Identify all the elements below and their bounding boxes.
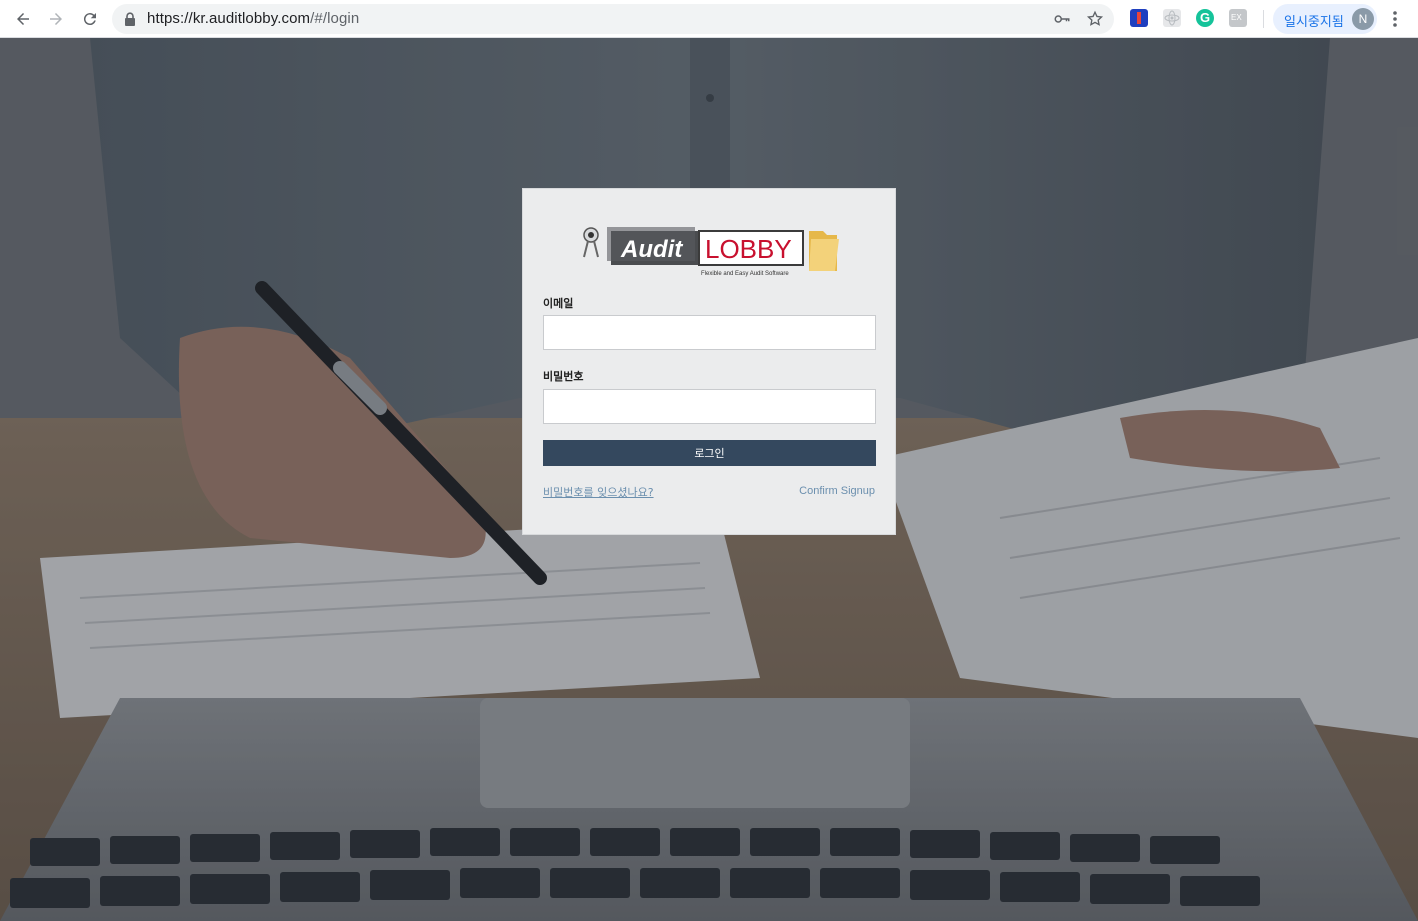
extension-tag-icon[interactable]: [1130, 9, 1148, 27]
toolbar-divider: [1263, 10, 1264, 28]
bookmark-star-icon[interactable]: [1086, 10, 1104, 28]
extension-react-icon[interactable]: [1163, 9, 1181, 27]
password-key-icon[interactable]: [1053, 10, 1071, 28]
logo-tagline: Flexible and Easy Audit Software: [701, 271, 789, 277]
arrow-left-icon: [17, 13, 29, 25]
confirm-signup-link[interactable]: Confirm Signup: [799, 485, 875, 497]
logo-audit-text: Audit: [620, 236, 683, 263]
logo-lobby-text: LOBBY: [705, 234, 792, 264]
forgot-password-link[interactable]: 비밀번호를 잊으셨나요?: [543, 484, 654, 500]
login-card: Audit LOBBY Flexible and Easy Audit Soft…: [522, 188, 896, 535]
url-text[interactable]: https://kr.auditlobby.com/#/login: [147, 10, 359, 27]
password-field[interactable]: [543, 389, 876, 424]
grammarly-icon[interactable]: G: [1196, 9, 1214, 27]
arrow-right-icon: [50, 13, 62, 25]
forward-button[interactable]: [42, 5, 70, 33]
kebab-menu-icon[interactable]: [1386, 9, 1404, 29]
url-path: /#/login: [310, 10, 360, 27]
profile-button[interactable]: 일시중지됨 N: [1273, 4, 1377, 34]
back-button[interactable]: [9, 5, 37, 33]
avatar: N: [1352, 8, 1374, 30]
url-host: https://kr.auditlobby.com: [147, 10, 311, 27]
reload-button[interactable]: [76, 5, 104, 33]
extension-ex-icon[interactable]: EX: [1229, 9, 1247, 27]
email-field[interactable]: [543, 315, 876, 350]
password-label: 비밀번호: [543, 370, 584, 383]
login-button[interactable]: 로그인: [543, 440, 876, 466]
browser-toolbar: https://kr.auditlobby.com/#/login G EX 일…: [0, 0, 1418, 38]
auditlobby-logo: Audit LOBBY Flexible and Easy Audit Soft…: [583, 227, 839, 277]
profile-status-label: 일시중지됨: [1284, 15, 1344, 30]
email-label: 이메일: [543, 297, 574, 310]
lock-icon: [125, 12, 135, 26]
address-bar[interactable]: https://kr.auditlobby.com/#/login: [112, 4, 1114, 34]
reload-icon: [83, 13, 96, 26]
